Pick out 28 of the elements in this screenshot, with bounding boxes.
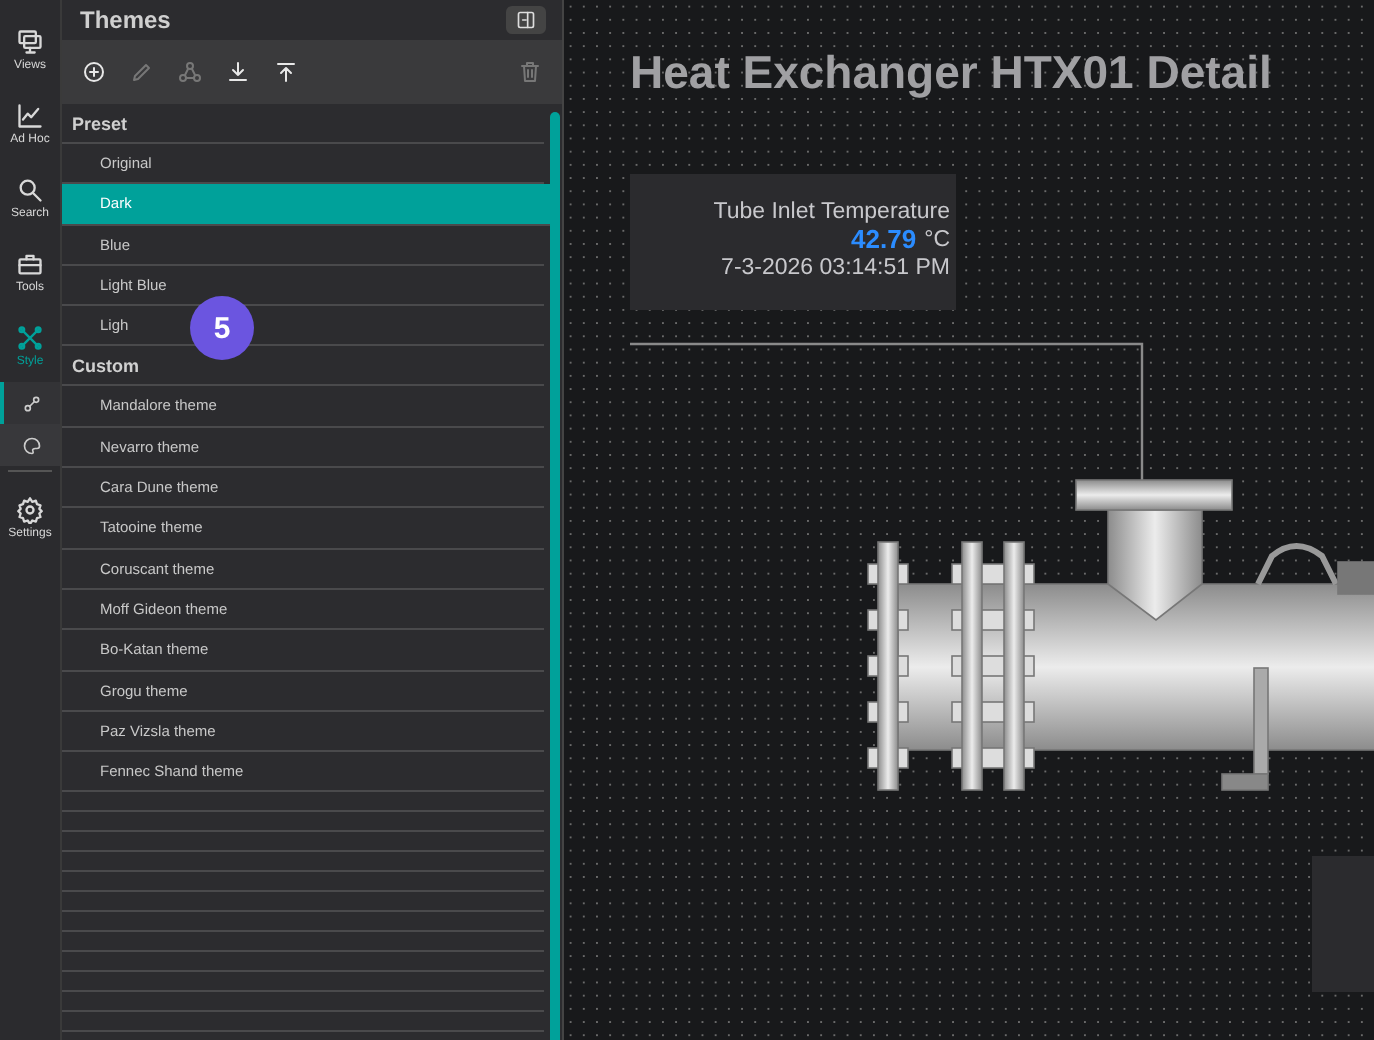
link-icon (22, 393, 42, 413)
download-icon (226, 60, 250, 84)
trash-icon (518, 60, 542, 84)
widget-panel (1312, 856, 1374, 992)
style-sub-button[interactable] (0, 382, 60, 424)
search-icon (16, 175, 44, 203)
monitor-icon (16, 27, 44, 55)
palette-icon (22, 435, 42, 455)
step-badge: 5 (190, 296, 254, 360)
panel-toggle-icon (516, 10, 536, 30)
settings-icon (16, 495, 44, 523)
page-title: Heat Exchanger HTX01 Detail (630, 46, 1272, 100)
upload-icon (274, 60, 298, 84)
readout-timestamp: 7-3-2026 03:14:51 PM (719, 254, 950, 282)
readout-unit: °C (924, 226, 950, 254)
crossed-tools-icon (16, 323, 44, 351)
line-chart-icon (16, 101, 44, 129)
readout-value: 42.79 (851, 226, 917, 254)
style-sub-button[interactable] (0, 424, 60, 466)
panel-title: Themes (80, 6, 171, 34)
panel-toggle-button[interactable] (506, 6, 546, 34)
readout-label: Tube Inlet Temperature (711, 198, 950, 226)
pencil-icon (130, 60, 154, 84)
add-icon (82, 60, 106, 84)
share-icon (178, 60, 202, 84)
toolbox-icon (16, 249, 44, 277)
group-header: Preset (62, 104, 544, 144)
scrollbar-thumb[interactable] (550, 112, 560, 1040)
